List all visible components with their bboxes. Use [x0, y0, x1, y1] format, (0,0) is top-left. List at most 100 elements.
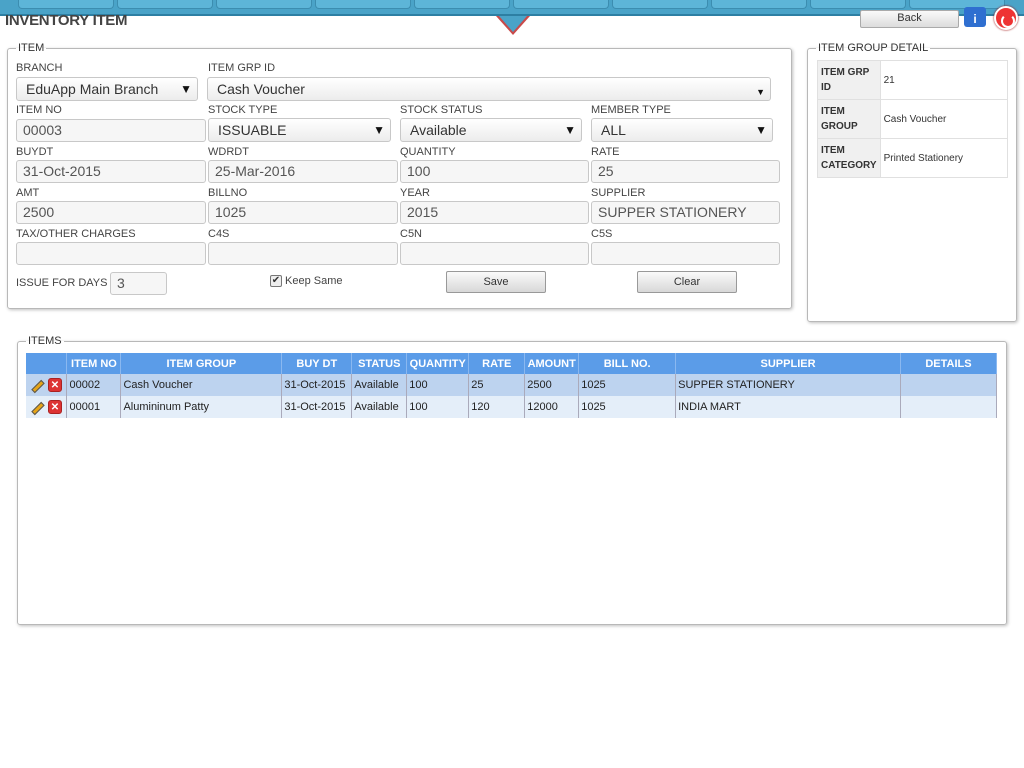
col-header-details[interactable]: DETAILS — [900, 353, 998, 374]
detail-value: Cash Voucher — [879, 99, 1008, 139]
items-table: ITEM NO ITEM GROUP BUY DT STATUS QUANTIT… — [26, 353, 998, 418]
nav-tab[interactable] — [909, 0, 1005, 9]
c5s-label: C5S — [591, 228, 613, 240]
wdrdt-label: WDRDT — [208, 146, 249, 158]
power-icon[interactable] — [994, 6, 1018, 30]
amt-input[interactable]: 2500 — [16, 201, 206, 224]
col-header-status[interactable]: STATUS — [351, 353, 408, 374]
cell-status: Available — [351, 396, 408, 418]
cell-rate: 120 — [468, 396, 526, 418]
save-button[interactable]: Save — [446, 271, 546, 293]
chevron-down-icon: ▼ — [373, 123, 385, 137]
supplier-input[interactable]: SUPPER STATIONERY — [591, 201, 780, 224]
detail-key: ITEM CATEGORY — [817, 138, 881, 178]
pencil-icon[interactable] — [30, 379, 43, 392]
nav-tab[interactable] — [612, 0, 708, 9]
cell-supplier: SUPPER STATIONERY — [675, 374, 901, 396]
cell-amount: 12000 — [524, 396, 580, 418]
cell-status: Available — [351, 374, 408, 396]
col-header-item-no[interactable]: ITEM NO — [66, 353, 122, 374]
nav-tab[interactable] — [117, 0, 213, 9]
table-row[interactable]: ✕ 00001 Alumininum Patty 31-Oct-2015 Ava… — [26, 396, 998, 418]
cell-rate: 25 — [468, 374, 526, 396]
item-group-detail-table: ITEM GRP ID 21 ITEM GROUP Cash Voucher ITE… — [817, 60, 1008, 178]
cell-quantity: 100 — [406, 374, 470, 396]
wdrdt-input[interactable]: 25-Mar-2016 — [208, 160, 398, 183]
billno-input[interactable]: 1025 — [208, 201, 398, 224]
rate-input[interactable]: 25 — [591, 160, 780, 183]
col-header-bill-no[interactable]: BILL NO. — [578, 353, 677, 374]
branch-label: BRANCH — [16, 62, 63, 74]
chevron-down-icon: ▼ — [756, 87, 765, 97]
pencil-icon[interactable] — [30, 401, 43, 414]
billno-label: BILLNO — [208, 187, 248, 199]
col-header-actions — [26, 353, 68, 374]
nav-tab[interactable] — [18, 0, 114, 9]
clear-button[interactable]: Clear — [637, 271, 737, 293]
cell-details[interactable] — [900, 374, 998, 396]
nav-tab[interactable] — [414, 0, 510, 9]
page-title: INVENTORY ITEM — [5, 12, 128, 29]
cell-amount: 2500 — [524, 374, 580, 396]
chevron-down-icon: ▼ — [180, 82, 192, 96]
col-header-item-group[interactable]: ITEM GROUP — [120, 353, 283, 374]
delete-icon[interactable]: ✕ — [48, 400, 62, 414]
item-no-input[interactable]: 00003 — [16, 119, 206, 142]
col-header-amount[interactable]: AMOUNT — [524, 353, 580, 374]
nav-tab[interactable] — [216, 0, 312, 9]
item-grp-id-select-value: Cash Voucher — [217, 81, 305, 97]
info-icon[interactable]: i — [964, 7, 986, 27]
c5s-input[interactable] — [591, 242, 780, 265]
tax-input[interactable] — [16, 242, 206, 265]
detail-value: Printed Stationery — [879, 138, 1008, 178]
detail-row: ITEM CATEGORY Printed Stationery — [817, 138, 1008, 178]
col-header-quantity[interactable]: QUANTITY — [406, 353, 470, 374]
c5n-input[interactable] — [400, 242, 589, 265]
branch-select[interactable]: EduApp Main Branch ▼ — [16, 77, 198, 101]
issue-days-input[interactable]: 3 — [110, 272, 167, 295]
c4s-input[interactable] — [208, 242, 398, 265]
supplier-label: SUPPLIER — [591, 187, 646, 199]
back-button[interactable]: Back — [860, 10, 959, 28]
items-header-row: ITEM NO ITEM GROUP BUY DT STATUS QUANTIT… — [26, 353, 998, 374]
item-no-label: ITEM NO — [16, 104, 62, 116]
detail-row: ITEM GRP ID 21 — [817, 60, 1008, 100]
quantity-label: QUANTITY — [400, 146, 456, 158]
col-header-supplier[interactable]: SUPPLIER — [675, 353, 901, 374]
items-legend: ITEMS — [28, 335, 62, 347]
buydt-label: BUYDT — [16, 146, 54, 158]
issue-days-label: ISSUE FOR DAYS — [16, 277, 108, 289]
nav-tab[interactable] — [315, 0, 411, 9]
chevron-down-icon: ▼ — [564, 123, 576, 137]
cell-item-group: Alumininum Patty — [120, 396, 283, 418]
stock-type-select[interactable]: ISSUABLE ▼ — [208, 118, 391, 142]
c5n-label: C5N — [400, 228, 423, 240]
item-grp-id-select[interactable]: Cash Voucher ▼ — [207, 77, 771, 101]
detail-key: ITEM GROUP — [817, 99, 881, 139]
rate-label: RATE — [591, 146, 620, 158]
year-input[interactable]: 2015 — [400, 201, 589, 224]
cell-details[interactable] — [900, 396, 998, 418]
nav-tab[interactable] — [513, 0, 609, 9]
chevron-down-icon: ▼ — [755, 123, 767, 137]
col-header-rate[interactable]: RATE — [468, 353, 526, 374]
cell-item-group: Cash Voucher — [120, 374, 283, 396]
cell-item-no: 00001 — [66, 396, 122, 418]
amt-label: AMT — [16, 187, 40, 199]
stock-status-label: STOCK STATUS — [400, 104, 483, 116]
member-type-select[interactable]: ALL ▼ — [591, 118, 773, 142]
stock-status-select[interactable]: Available ▼ — [400, 118, 582, 142]
nav-tab[interactable] — [711, 0, 807, 9]
branch-select-value: EduApp Main Branch — [26, 81, 159, 97]
quantity-input[interactable]: 100 — [400, 160, 589, 183]
detail-row: ITEM GROUP Cash Voucher — [817, 99, 1008, 139]
cell-item-no: 00002 — [66, 374, 122, 396]
buydt-input[interactable]: 31-Oct-2015 — [16, 160, 206, 183]
keep-same-checkbox[interactable]: ✔ — [270, 275, 282, 287]
table-row[interactable]: ✕ 00002 Cash Voucher 31-Oct-2015 Availab… — [26, 374, 998, 396]
nav-tab[interactable] — [810, 0, 906, 9]
item-group-detail-legend: ITEM GROUP DETAIL — [818, 42, 929, 54]
delete-icon[interactable]: ✕ — [48, 378, 62, 392]
cell-bill-no: 1025 — [578, 374, 677, 396]
col-header-buy-dt[interactable]: BUY DT — [281, 353, 353, 374]
